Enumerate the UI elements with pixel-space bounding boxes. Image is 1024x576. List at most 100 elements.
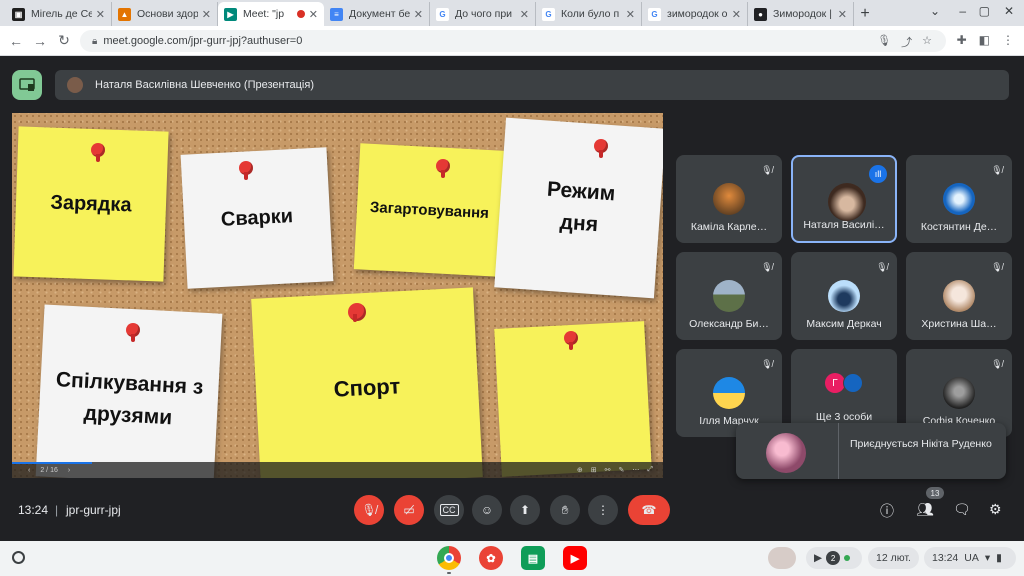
pushpin-icon bbox=[348, 303, 366, 322]
participant-count-badge: 13 bbox=[926, 487, 944, 499]
raise-hand-button[interactable]: ✋︎ bbox=[550, 495, 580, 525]
divider: | bbox=[55, 503, 59, 517]
tab-close-icon[interactable]: ✕ bbox=[732, 8, 741, 21]
join-notification-text: Приєднується Нікіта Руденко bbox=[850, 438, 992, 450]
participant-name: Олександр Би… bbox=[689, 318, 769, 330]
camera-toggle-button[interactable]: ▭̸ bbox=[394, 495, 424, 525]
youtube-app-icon[interactable]: ▶ bbox=[563, 546, 587, 570]
tab-close-icon[interactable]: ✕ bbox=[202, 8, 211, 21]
notification-tray[interactable]: ▶ 2 bbox=[806, 547, 862, 569]
mic-icon[interactable]: 🎙︎ bbox=[877, 34, 891, 50]
sticky-note: Сварки bbox=[180, 147, 334, 289]
share-icon[interactable]: ⤴ bbox=[901, 34, 912, 50]
reload-icon[interactable]: ↻ bbox=[52, 32, 76, 49]
present-now-button[interactable]: ⬆ bbox=[510, 495, 540, 525]
participant-tile-active-speaker[interactable]: ıll Наталя Василі… bbox=[791, 155, 897, 243]
extensions-icon[interactable]: ✚ bbox=[957, 33, 967, 47]
prev-slide-icon[interactable]: ‹ bbox=[28, 467, 30, 474]
slide-progress-bar bbox=[12, 462, 92, 464]
leave-call-button[interactable]: ☎︎ bbox=[628, 495, 670, 525]
recording-dot-icon bbox=[296, 10, 305, 18]
avatar bbox=[943, 280, 975, 312]
participant-name: Наталя Василі… bbox=[803, 219, 885, 231]
launcher-icon[interactable] bbox=[12, 551, 25, 564]
date-tray[interactable]: 12 лют. bbox=[868, 547, 919, 569]
toolbar: ← → ↻ 🔒︎ meet.google.com/jpr-gurr-jpj?au… bbox=[0, 26, 1024, 56]
google-favicon-icon: G bbox=[436, 7, 449, 21]
mic-toggle-button[interactable]: 🎙︎̸ bbox=[354, 495, 384, 525]
more-options-button[interactable]: ⋮ bbox=[588, 495, 618, 525]
status-tray[interactable]: 13:24 UA ▾ ▮ bbox=[924, 547, 1016, 569]
fit-icon[interactable]: ⊞ bbox=[591, 466, 597, 474]
next-slide-icon[interactable]: › bbox=[68, 467, 70, 474]
tab-2-active[interactable]: ▶ Meet: "jp ✕ bbox=[218, 2, 324, 26]
link-icon[interactable]: ⚯ bbox=[605, 466, 611, 474]
tab-0[interactable]: ▣ Мігель де Сер ✕ bbox=[6, 2, 112, 26]
tab-favicon-icon: ▲ bbox=[118, 7, 131, 21]
holding-space-icon[interactable] bbox=[768, 547, 796, 569]
docs-favicon-icon: ≡ bbox=[330, 7, 343, 21]
tab-search-icon[interactable]: ⌄ bbox=[930, 4, 940, 18]
pushpin-icon bbox=[239, 161, 253, 180]
more-icon[interactable]: ⋯ bbox=[632, 466, 639, 474]
address-bar[interactable]: 🔒︎ meet.google.com/jpr-gurr-jpj?authuser… bbox=[80, 30, 946, 52]
participant-name: Ще 3 особи bbox=[815, 411, 873, 423]
new-tab-button[interactable]: + bbox=[854, 2, 876, 26]
canvas-app-icon[interactable]: ✿ bbox=[479, 546, 503, 570]
back-icon[interactable]: ← bbox=[4, 33, 28, 49]
captions-button[interactable]: CC bbox=[434, 495, 464, 525]
tab-title: До чого при bbox=[455, 8, 513, 20]
forward-icon[interactable]: → bbox=[28, 33, 52, 49]
lock-icon[interactable]: 🔒︎ bbox=[92, 36, 97, 47]
tab-close-icon[interactable]: ✕ bbox=[309, 8, 318, 21]
chrome-app-icon[interactable] bbox=[437, 546, 461, 570]
participant-tile[interactable]: 🎙︎̸ Христина Ша… bbox=[906, 252, 1012, 340]
url-text: meet.google.com/jpr-gurr-jpj?authuser=0 bbox=[103, 35, 303, 47]
avatar bbox=[67, 77, 83, 93]
reactions-button[interactable]: ☺ bbox=[472, 495, 502, 525]
participant-tile[interactable]: 🎙︎̸ Костянтин Де… bbox=[906, 155, 1012, 243]
meeting-info-icon[interactable]: ⓘ bbox=[880, 501, 894, 521]
participant-tile[interactable]: 🎙︎̸ Олександр Би… bbox=[676, 252, 782, 340]
site-favicon-icon: ● bbox=[754, 7, 767, 21]
participant-tile[interactable]: 🎙︎̸ Каміла Карле… bbox=[676, 155, 782, 243]
tab-close-icon[interactable]: ✕ bbox=[626, 8, 635, 21]
tab-3[interactable]: ≡ Документ бе ✕ bbox=[324, 2, 430, 26]
maximize-icon[interactable]: ▢ bbox=[979, 4, 990, 18]
presenting-indicator-button[interactable] bbox=[12, 70, 42, 100]
tab-5[interactable]: G Коли було п ✕ bbox=[536, 2, 642, 26]
pushpin-icon bbox=[436, 159, 450, 178]
close-window-icon[interactable]: ✕ bbox=[1004, 4, 1014, 18]
avatar: Г bbox=[825, 373, 845, 393]
mic-off-icon: 🎙︎̸ bbox=[361, 503, 377, 517]
people-icon[interactable]: 👥︎ bbox=[916, 501, 934, 518]
participant-tile[interactable]: 🎙︎̸ Максим Деркач bbox=[791, 252, 897, 340]
tab-1[interactable]: ▲ Основи здоро ✕ bbox=[112, 2, 218, 26]
chat-icon[interactable]: 🗨︎ bbox=[953, 501, 971, 518]
tab-close-icon[interactable]: ✕ bbox=[838, 8, 847, 21]
more-vert-icon: ⋮ bbox=[597, 503, 609, 517]
zoom-icon[interactable]: ⊕ bbox=[577, 466, 583, 474]
mic-off-icon: 🎙︎̸ bbox=[991, 164, 1003, 175]
tab-title: Зимородок | bbox=[773, 8, 832, 20]
tab-close-icon[interactable]: ✕ bbox=[414, 8, 423, 21]
hand-icon: ✋︎ bbox=[561, 502, 569, 517]
side-panel-icon[interactable]: ◧ bbox=[979, 33, 990, 47]
presenter-name: Наталя Василівна Шевченко (Презентація) bbox=[95, 79, 314, 91]
tab-close-icon[interactable]: ✕ bbox=[520, 8, 529, 21]
mic-off-icon: 🎙︎̸ bbox=[761, 358, 773, 369]
more-menu-icon[interactable]: ⋮ bbox=[1002, 33, 1014, 47]
classroom-app-icon[interactable]: ▤ bbox=[521, 546, 545, 570]
tab-4[interactable]: G До чого при ✕ bbox=[430, 2, 536, 26]
tab-close-icon[interactable]: ✕ bbox=[96, 8, 105, 21]
fullscreen-icon[interactable]: ⤢ bbox=[647, 466, 653, 474]
bookmark-star-icon[interactable]: ☆ bbox=[922, 34, 932, 50]
minimize-icon[interactable]: – bbox=[959, 4, 966, 18]
tab-7[interactable]: ● Зимородок | ✕ bbox=[748, 2, 854, 26]
avatar bbox=[713, 377, 745, 409]
meet-favicon-icon: ▶ bbox=[224, 7, 237, 21]
activities-icon[interactable]: ⚙︎ bbox=[989, 501, 1002, 518]
pen-icon[interactable]: ✎ bbox=[619, 466, 625, 474]
tab-6[interactable]: Gзимородок о ✕ bbox=[642, 2, 748, 26]
tab-title: Мігель де Сер bbox=[31, 8, 92, 20]
